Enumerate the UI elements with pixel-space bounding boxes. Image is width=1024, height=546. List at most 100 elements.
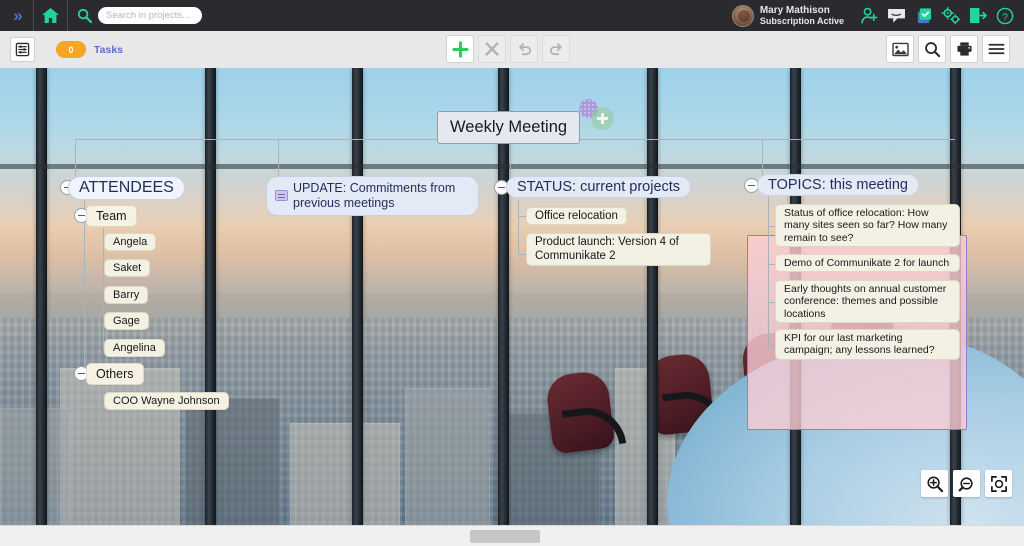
node-label: Angelina <box>113 342 156 354</box>
node-topic-item[interactable]: Status of office relocation: How many si… <box>775 204 960 248</box>
delete-node-button[interactable] <box>478 35 506 63</box>
panel-toggle-button[interactable] <box>10 37 35 62</box>
node-label: Office relocation <box>535 210 618 222</box>
image-button[interactable] <box>886 35 914 63</box>
node-label: KPI for our last marketing campaign; any… <box>784 332 935 357</box>
settings-button[interactable] <box>937 0 964 31</box>
settings-gears-icon <box>941 6 960 24</box>
double-chevron-right-icon: » <box>13 5 23 25</box>
add-user-button[interactable] <box>856 0 883 31</box>
branch-update[interactable]: UPDATE: Commitments from previous meetin… <box>266 176 479 216</box>
horizontal-scrollbar[interactable] <box>0 525 1024 546</box>
node-team-member[interactable]: Angelina <box>104 339 165 357</box>
fit-to-screen-button[interactable] <box>985 470 1012 497</box>
help-icon: ? <box>996 7 1013 24</box>
branch-topics[interactable]: TOPICS: this meeting <box>757 174 919 196</box>
node-edit-tools <box>446 35 570 63</box>
search-icon[interactable] <box>77 8 92 23</box>
node-label: Demo of Communikate 2 for launch <box>784 257 950 269</box>
node-others[interactable]: Others <box>86 363 144 385</box>
help-button[interactable]: ? <box>991 0 1018 31</box>
canvas-zoom-controls <box>921 470 1012 497</box>
scrollbar-thumb[interactable] <box>470 530 540 543</box>
print-button[interactable] <box>950 35 978 63</box>
node-status-item[interactable]: Product launch: Version 4 of Communikate… <box>526 233 711 267</box>
apps-button[interactable] <box>910 0 937 31</box>
user-info: Mary Mathison Subscription Active <box>760 5 844 27</box>
node-label: Early thoughts on annual customer confer… <box>784 283 947 320</box>
svg-text:?: ? <box>1002 12 1008 23</box>
application-window: » Mary Mathison Subscription Active <box>0 0 1024 546</box>
node-topic-item[interactable]: KPI for our last marketing campaign; any… <box>775 329 960 360</box>
node-label: Gage <box>113 315 140 327</box>
zoom-out-button[interactable] <box>953 470 980 497</box>
expand-sidebar-button[interactable]: » <box>0 0 34 31</box>
branch-attendees[interactable]: ATTENDEES <box>68 176 185 200</box>
node-label: Product launch: Version 4 of Communikate… <box>535 236 679 262</box>
search-canvas-button[interactable] <box>918 35 946 63</box>
topbar-right-cluster: Mary Mathison Subscription Active ? <box>731 0 1024 31</box>
search-area <box>68 7 202 24</box>
node-status-item[interactable]: Office relocation <box>526 207 627 225</box>
messages-button[interactable] <box>883 0 910 31</box>
menu-button[interactable] <box>982 35 1010 63</box>
message-icon <box>888 8 905 23</box>
node-team-member[interactable]: Barry <box>104 286 149 304</box>
node-topic-item[interactable]: Demo of Communikate 2 for launch <box>775 254 960 273</box>
node-team-label: Team <box>96 209 127 223</box>
close-x-icon <box>485 42 499 56</box>
top-navigation-bar: » Mary Mathison Subscription Active <box>0 0 1024 31</box>
redo-button[interactable] <box>542 35 570 63</box>
edge <box>518 200 519 254</box>
node-team[interactable]: Team <box>86 205 137 227</box>
plus-icon <box>451 40 469 58</box>
zoom-in-button[interactable] <box>921 470 948 497</box>
node-team-member[interactable]: Gage <box>104 312 149 330</box>
logout-button[interactable] <box>964 0 991 31</box>
search-input[interactable] <box>98 7 202 24</box>
zoom-out-icon <box>958 476 973 491</box>
node-label: COO Wayne Johnson <box>113 395 220 407</box>
home-button[interactable] <box>34 0 68 31</box>
root-node-label: Weekly Meeting <box>450 118 568 136</box>
printer-icon <box>956 42 972 56</box>
node-others-member[interactable]: COO Wayne Johnson <box>104 392 229 410</box>
node-label: Status of office relocation: How many si… <box>784 207 948 244</box>
mindmap-canvas[interactable]: Weekly Meeting ATTENDEES Team Angela Sak… <box>0 68 1024 525</box>
mindmap-nodes: Weekly Meeting ATTENDEES Team Angela Sak… <box>0 68 1024 525</box>
user-subscription-status: Subscription Active <box>759 16 844 27</box>
logout-icon <box>969 7 987 24</box>
node-label: Barry <box>113 289 140 301</box>
node-label: Saket <box>113 262 142 274</box>
node-label: Angela <box>113 236 148 248</box>
apps-icon <box>917 7 931 23</box>
edge <box>84 200 85 390</box>
undo-arrow-icon <box>518 42 531 55</box>
tasks-label[interactable]: Tasks <box>94 44 123 56</box>
add-user-icon <box>861 7 878 24</box>
branch-status[interactable]: STATUS: current projects <box>506 176 692 198</box>
home-icon <box>42 8 59 23</box>
note-comment-icon <box>275 190 288 202</box>
edge <box>768 196 769 348</box>
node-team-member[interactable]: Angela <box>104 233 157 251</box>
toolbar: 0 Tasks <box>0 31 1024 68</box>
branch-topics-label: TOPICS: this meeting <box>768 177 908 193</box>
branch-attendees-label: ATTENDEES <box>79 179 174 196</box>
sliders-panel-icon <box>15 42 30 57</box>
avatar[interactable] <box>731 4 754 27</box>
root-node[interactable]: Weekly Meeting <box>437 111 581 144</box>
branch-update-label: UPDATE: Commitments from previous meetin… <box>293 181 456 210</box>
node-topic-item[interactable]: Early thoughts on annual customer confer… <box>775 280 960 324</box>
add-child-button[interactable] <box>591 107 614 130</box>
node-others-label: Others <box>96 367 134 381</box>
view-tools <box>886 35 1010 63</box>
node-team-member[interactable]: Saket <box>104 259 151 277</box>
add-node-button[interactable] <box>446 35 474 63</box>
undo-button[interactable] <box>510 35 538 63</box>
task-count-badge[interactable]: 0 <box>56 41 86 58</box>
zoom-in-icon <box>926 475 943 492</box>
redo-arrow-icon <box>549 42 562 55</box>
hamburger-menu-icon <box>988 43 1004 55</box>
fit-to-screen-icon <box>990 475 1007 492</box>
